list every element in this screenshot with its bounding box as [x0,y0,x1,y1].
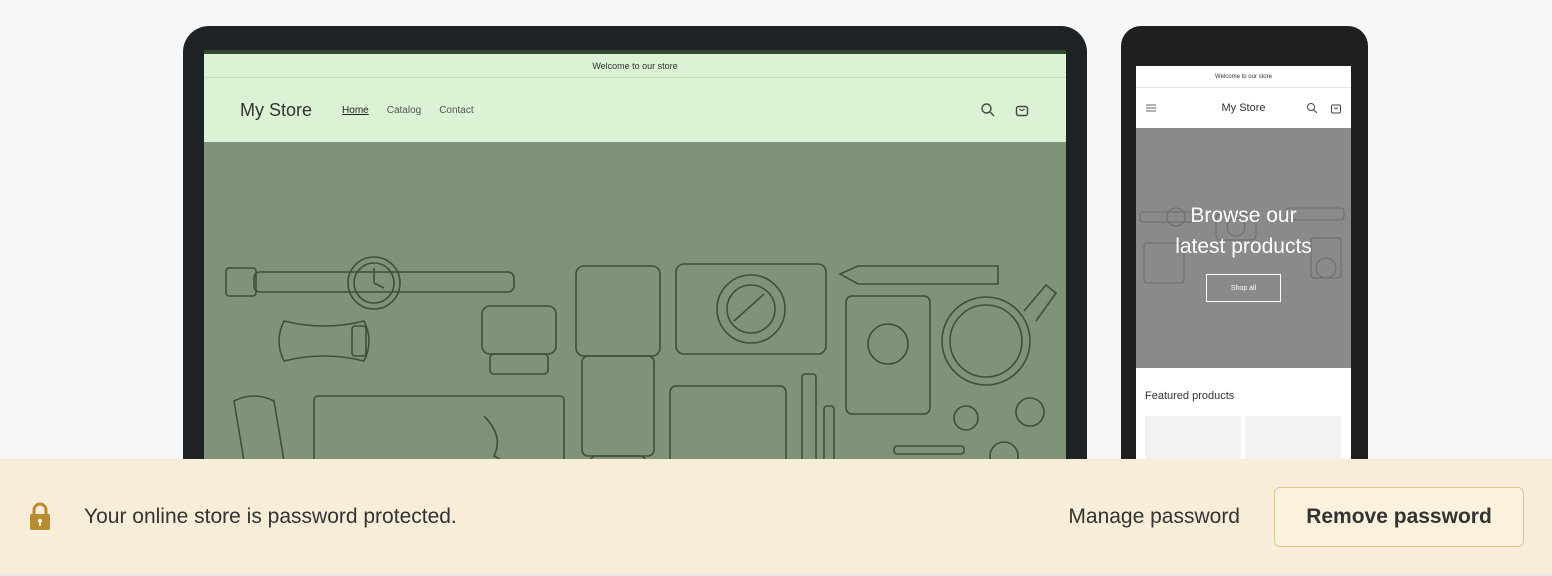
store-header: My Store Home Catalog Contact [204,78,1066,142]
mobile-hero-title: Browse our latest products [1136,200,1351,262]
hero-title-line-1: Browse our [1190,204,1297,227]
mobile-preview-frame: Welcome to our store My Store Browse our… [1121,26,1368,526]
announcement-bar: Welcome to our store [204,54,1066,78]
mobile-preview-screen: Welcome to our store My Store Browse our… [1136,66,1351,526]
password-protected-message: Your online store is password protected. [84,504,457,528]
search-icon [980,102,996,118]
theme-preview-panel: Welcome to our store My Store Home Catal… [0,0,1552,576]
nav-home: Home [342,104,369,116]
store-nav: Home Catalog Contact [342,105,474,116]
header-actions [980,102,1030,118]
manage-password-button[interactable]: Manage password [1068,505,1240,529]
mobile-store-header: My Store [1136,88,1351,128]
password-protection-banner: Your online store is password protected.… [0,459,1552,576]
featured-products-heading: Featured products [1145,390,1235,402]
mobile-hero-banner: Browse our latest products Shop all [1136,128,1351,368]
remove-password-button[interactable]: Remove password [1274,486,1524,547]
store-logo: My Store [240,99,313,120]
desktop-preview-frame: Welcome to our store My Store Home Catal… [183,26,1087,526]
nav-contact: Contact [439,104,474,116]
search-icon [1306,102,1318,114]
shop-all-button: Shop all [1206,274,1281,302]
hero-title-line-2: latest products [1175,235,1312,258]
mobile-announcement-bar: Welcome to our store [1136,66,1351,88]
nav-catalog: Catalog [386,104,422,116]
lock-icon [28,502,52,532]
desktop-preview-screen: Welcome to our store My Store Home Catal… [204,50,1066,520]
mobile-header-actions [1306,102,1342,114]
banner-actions: Manage password Remove password [1068,486,1524,547]
cart-icon [1014,102,1030,118]
cart-icon [1330,102,1342,114]
